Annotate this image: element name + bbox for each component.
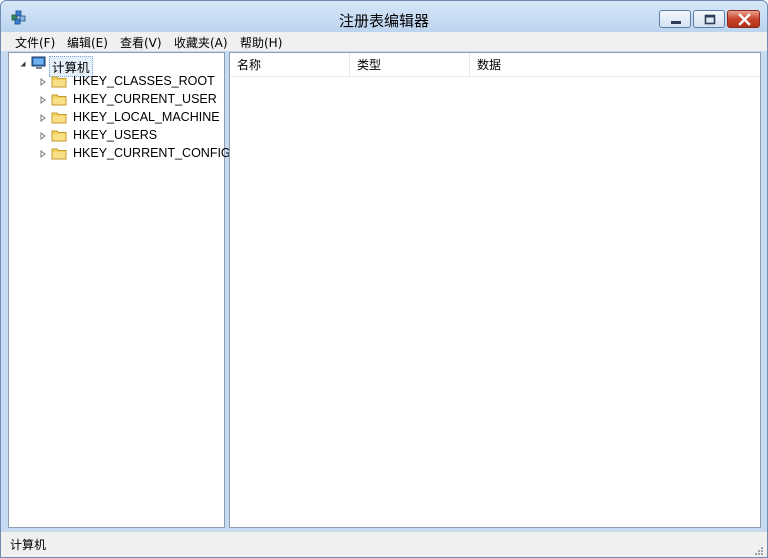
registry-editor-window: 注册表编辑器 文件(F) 编辑(E) 查看(V) 收藏夹(A) 帮助(H) 计算… bbox=[0, 0, 768, 558]
resize-grip-icon[interactable] bbox=[753, 545, 763, 555]
collapse-icon[interactable] bbox=[19, 60, 27, 68]
column-header-type[interactable]: 类型 bbox=[350, 53, 470, 77]
expand-icon[interactable] bbox=[39, 132, 47, 140]
expand-icon[interactable] bbox=[39, 78, 47, 86]
tree-item-hkey-classes-root[interactable]: HKEY_CLASSES_ROOT bbox=[39, 73, 224, 91]
minimize-button[interactable] bbox=[659, 10, 691, 28]
expand-icon[interactable] bbox=[39, 114, 47, 122]
computer-icon bbox=[31, 56, 46, 69]
status-text: 计算机 bbox=[10, 538, 47, 552]
menu-help[interactable]: 帮助(H) bbox=[240, 34, 282, 51]
menu-bar: 文件(F) 编辑(E) 查看(V) 收藏夹(A) 帮助(H) bbox=[1, 32, 767, 51]
minimize-icon bbox=[671, 21, 681, 24]
window-title: 注册表编辑器 bbox=[338, 12, 429, 30]
tree-item-label: HKEY_LOCAL_MACHINE bbox=[73, 110, 220, 124]
column-header-data[interactable]: 数据 bbox=[470, 53, 760, 77]
menu-view[interactable]: 查看(V) bbox=[120, 34, 162, 51]
list-pane[interactable]: 名称 类型 数据 bbox=[229, 52, 761, 528]
tree-item-label: HKEY_CLASSES_ROOT bbox=[73, 74, 215, 88]
menu-file[interactable]: 文件(F) bbox=[15, 34, 55, 51]
menu-favorites[interactable]: 收藏夹(A) bbox=[174, 34, 228, 51]
tree-item-label: HKEY_USERS bbox=[73, 128, 158, 142]
tree-item-hkey-current-user[interactable]: HKEY_CURRENT_USER bbox=[39, 91, 224, 109]
tree-item-label: HKEY_CURRENT_USER bbox=[73, 92, 217, 106]
tree-item-hkey-users[interactable]: HKEY_USERS bbox=[39, 127, 224, 145]
expand-icon[interactable] bbox=[39, 96, 47, 104]
expand-icon[interactable] bbox=[39, 150, 47, 158]
close-icon bbox=[738, 13, 751, 26]
folder-icon bbox=[51, 112, 67, 124]
folder-icon bbox=[51, 76, 67, 88]
tree-root-computer[interactable]: 计算机 bbox=[19, 55, 209, 77]
folder-icon bbox=[51, 148, 67, 160]
maximize-icon bbox=[704, 14, 716, 25]
folder-icon bbox=[51, 130, 67, 142]
column-header-name[interactable]: 名称 bbox=[230, 53, 350, 77]
title-bar[interactable]: 注册表编辑器 bbox=[1, 1, 767, 32]
tree-pane[interactable]: 计算机 HKEY_CLASSES_ROOT HKEY_CURRENT_USER … bbox=[8, 52, 231, 528]
status-bar: 计算机 bbox=[1, 531, 767, 557]
maximize-button[interactable] bbox=[693, 10, 725, 28]
menu-edit[interactable]: 编辑(E) bbox=[67, 34, 108, 51]
tree-item-hkey-local-machine[interactable]: HKEY_LOCAL_MACHINE bbox=[39, 109, 224, 127]
tree-item-label: HKEY_CURRENT_CONFIG bbox=[73, 146, 231, 160]
tree-item-hkey-current-config[interactable]: HKEY_CURRENT_CONFIG bbox=[39, 145, 231, 163]
close-button[interactable] bbox=[727, 10, 760, 28]
folder-icon bbox=[51, 94, 67, 106]
